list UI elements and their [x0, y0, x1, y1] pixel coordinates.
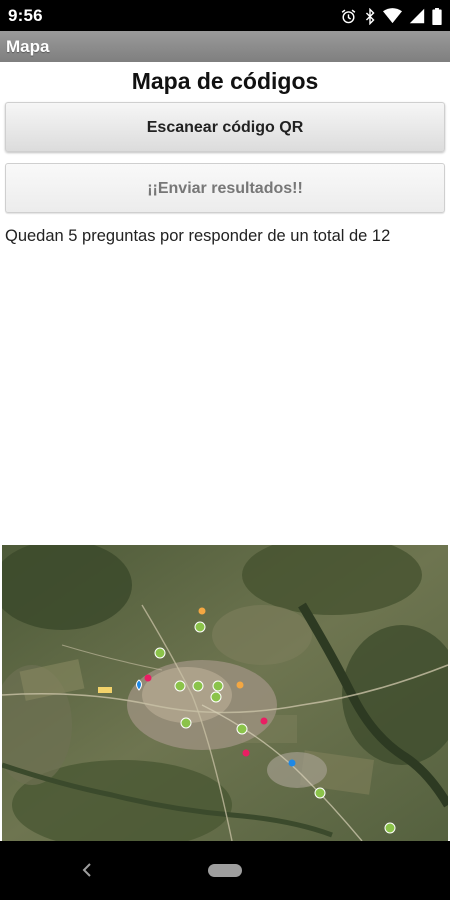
wifi-icon [383, 8, 402, 24]
status-bar: 9:56 [0, 0, 450, 31]
screen: 9:56 Mapa Mapa de códigos Escanear códig… [0, 0, 450, 900]
status-time: 9:56 [8, 6, 43, 25]
bluetooth-icon [364, 7, 376, 25]
scan-qr-button[interactable]: Escanear código QR [5, 102, 445, 152]
chevron-left-icon [82, 863, 91, 877]
battery-icon [432, 7, 442, 25]
back-button[interactable] [78, 860, 98, 880]
alarm-icon [340, 8, 357, 25]
send-results-button[interactable]: ¡¡Enviar resultados!! [5, 163, 445, 213]
progress-text: Quedan 5 preguntas por responder de un t… [5, 227, 391, 245]
app-bar: Mapa [0, 31, 450, 62]
navigation-bar [0, 841, 450, 900]
signal-icon [409, 8, 425, 24]
status-icons [340, 6, 442, 26]
home-button[interactable] [208, 864, 242, 877]
satellite-map [2, 545, 448, 841]
app-bar-title: Mapa [6, 37, 50, 56]
map-view[interactable] [2, 545, 448, 841]
page-title: Mapa de códigos [131, 68, 319, 94]
